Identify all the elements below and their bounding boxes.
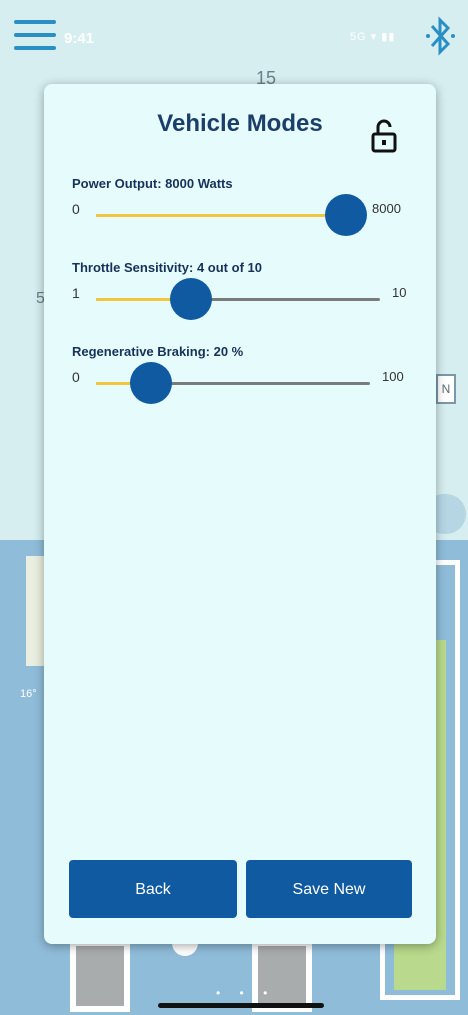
save-new-button[interactable]: Save New [246,860,412,918]
regenerative-braking-max: 100 [382,369,404,384]
regenerative-braking-thumb[interactable] [130,362,172,404]
background-bar-left [70,940,130,1012]
background-n-box: N [436,374,456,404]
throttle-sensitivity-slider-group: Throttle Sensitivity: 4 out of 10 1 10 [72,260,412,320]
throttle-sensitivity-min: 1 [72,285,80,301]
regenerative-braking-slider-group: Regenerative Braking: 20 % 0 100 [72,344,412,404]
throttle-sensitivity-slider[interactable] [96,278,380,320]
power-output-thumb[interactable] [325,194,367,236]
vehicle-modes-dialog: Vehicle Modes Power Output: 8000 Watts 0… [44,84,436,944]
menu-icon[interactable] [14,20,56,52]
power-output-min: 0 [72,201,80,217]
status-icons: 5G ▾ ▮▮ [350,31,396,43]
background-bar-right [252,940,312,1012]
power-output-max: 8000 [372,201,401,216]
throttle-sensitivity-max: 10 [392,285,407,300]
power-output-label: Power Output: 8000 Watts [72,176,233,191]
throttle-sensitivity-thumb[interactable] [170,278,212,320]
power-output-row: 0 8000 [72,194,412,236]
regenerative-braking-label: Regenerative Braking: 20 % [72,344,244,359]
throttle-sensitivity-label: Throttle Sensitivity: 4 out of 10 [72,260,262,275]
unlock-icon[interactable] [370,118,398,154]
back-button[interactable]: Back [69,860,237,918]
bluetooth-icon[interactable] [422,14,460,58]
power-output-slider[interactable] [96,194,367,236]
regenerative-braking-min: 0 [72,369,80,385]
regenerative-braking-row: 0 100 [72,362,412,404]
throttle-sensitivity-row: 1 10 [72,278,412,320]
power-output-slider-group: Power Output: 8000 Watts 0 8000 [72,176,412,236]
status-time: 9:41 [64,30,95,47]
power-output-fill [96,214,346,217]
home-indicator [158,1003,324,1008]
regenerative-braking-slider[interactable] [96,362,370,404]
page-dots: • • • [216,986,276,1000]
background-left-label: 16° [20,688,37,700]
